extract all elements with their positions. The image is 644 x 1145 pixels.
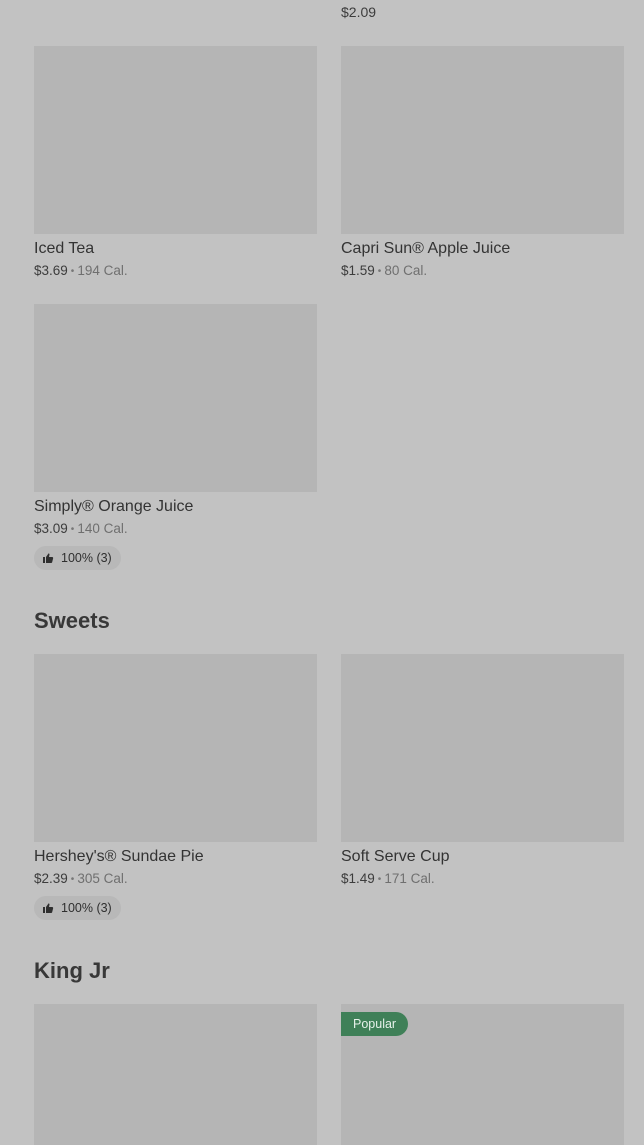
sweets-grid: Hershey's® Sundae Pie $2.39 • 305 Cal. 100… xyxy=(34,654,624,920)
item-image[interactable]: Popular xyxy=(341,1004,624,1145)
item-name: Capri Sun® Apple Juice xyxy=(341,240,511,257)
item-meta: $2.39 • 305 Cal. xyxy=(34,869,317,891)
item-calories: 80 Cal. xyxy=(384,263,428,278)
item-calories: 194 Cal. xyxy=(77,263,128,278)
section-title-king-jr: King Jr xyxy=(34,958,110,983)
item-price: $2.09 xyxy=(341,4,377,20)
item-meta: $3.09 • 140 Cal. xyxy=(34,519,317,541)
item-price: $1.59 xyxy=(341,263,375,278)
item-image[interactable] xyxy=(34,1004,317,1145)
item-name: Iced Tea xyxy=(34,240,95,257)
item-image[interactable] xyxy=(341,654,624,842)
separator-dot: • xyxy=(377,874,382,885)
item-calories: 140 Cal. xyxy=(77,521,128,536)
menu-item-card[interactable]: Simply® Orange Juice $3.09 • 140 Cal. 100%… xyxy=(34,304,317,570)
item-price: $3.09 xyxy=(34,521,68,536)
item-image[interactable] xyxy=(341,46,624,234)
rating-badge: 100% (3) xyxy=(34,546,121,570)
menu-item-card[interactable]: Soft Serve Cup $1.49 • 171 Cal. xyxy=(341,654,624,920)
drinks-grid: Iced Tea $3.69 • 194 Cal. Capri Sun® Apple… xyxy=(34,46,624,283)
menu-item-card[interactable] xyxy=(34,1004,317,1145)
drinks-grid-row-2: Simply® Orange Juice $3.09 • 140 Cal. 100%… xyxy=(34,304,624,570)
item-price: $1.49 xyxy=(341,871,375,886)
menu-item-card[interactable]: Popular xyxy=(341,1004,624,1145)
item-meta: $3.69 • 194 Cal. xyxy=(34,261,317,283)
menu-page: $2.09 Iced Tea $3.69 • 194 Cal. Capri Sun®… xyxy=(0,0,644,1145)
separator-dot: • xyxy=(70,874,75,885)
item-meta: $1.49 • 171 Cal. xyxy=(341,869,624,891)
item-calories: 171 Cal. xyxy=(384,871,435,886)
separator-dot: • xyxy=(70,266,75,277)
item-name: Simply® Orange Juice xyxy=(34,498,194,515)
item-name: Soft Serve Cup xyxy=(341,848,450,865)
king-jr-grid: Popular xyxy=(34,1004,624,1145)
item-image[interactable] xyxy=(34,304,317,492)
item-image[interactable] xyxy=(34,654,317,842)
rating-text: 100% (3) xyxy=(61,901,112,915)
section-title-sweets: Sweets xyxy=(34,608,110,633)
thumbs-up-icon xyxy=(43,903,54,913)
item-price: $3.69 xyxy=(34,263,68,278)
menu-item-card[interactable]: Hershey's® Sundae Pie $2.39 • 305 Cal. 100… xyxy=(34,654,317,920)
rating-badge: 100% (3) xyxy=(34,896,121,920)
thumbs-up-icon xyxy=(43,553,54,563)
separator-dot: • xyxy=(70,524,75,535)
menu-item-card[interactable]: Iced Tea $3.69 • 194 Cal. xyxy=(34,46,317,283)
separator-dot: • xyxy=(377,266,382,277)
item-price: $2.39 xyxy=(34,871,68,886)
rating-text: 100% (3) xyxy=(61,551,112,565)
menu-item-card[interactable]: Capri Sun® Apple Juice $1.59 • 80 Cal. xyxy=(341,46,624,283)
item-name: Hershey's® Sundae Pie xyxy=(34,848,204,865)
item-calories: 305 Cal. xyxy=(77,871,128,886)
popular-badge: Popular xyxy=(341,1012,409,1036)
item-meta: $1.59 • 80 Cal. xyxy=(341,261,624,283)
item-image[interactable] xyxy=(34,46,317,234)
